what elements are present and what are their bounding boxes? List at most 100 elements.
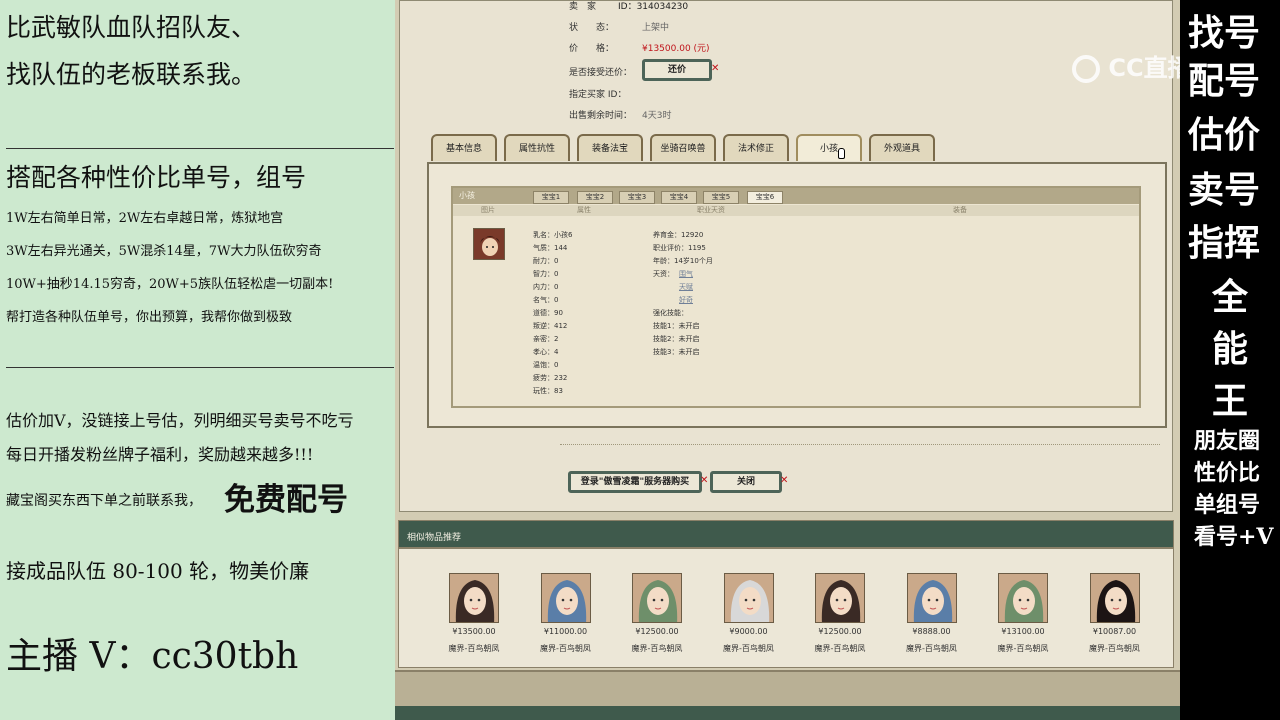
stat-label: 叛逆： bbox=[533, 322, 554, 330]
similar-item-card[interactable]: ¥12500.00 魔界-百鸟朝凤 bbox=[815, 573, 865, 653]
item-price: ¥12500.00 bbox=[635, 627, 679, 636]
child-stat-row: 气质：144 bbox=[533, 243, 567, 253]
stat-value: 90 bbox=[554, 309, 563, 317]
similar-item-card[interactable]: ¥8888.00 魔界-百鸟朝凤 bbox=[906, 573, 957, 653]
talent-link[interactable]: 天赋 bbox=[679, 282, 693, 292]
child-panel: 小孩 宝宝1 宝宝2 宝宝3 宝宝4 宝宝5 宝宝6 图片 属性 职业天资 装备 bbox=[427, 162, 1167, 428]
ad-big-text: 能 bbox=[1212, 328, 1249, 370]
status-label: 状 态： bbox=[569, 23, 615, 33]
stat-value: 0 bbox=[554, 283, 559, 291]
tab-equipment[interactable]: 装备法宝 bbox=[577, 134, 643, 161]
child-stat-row: 孝心：4 bbox=[533, 347, 558, 357]
child-stat-row: 叛逆：412 bbox=[533, 321, 567, 331]
bargain-label: 是否接受还价： bbox=[569, 68, 633, 78]
col-attributes: 属性 bbox=[577, 206, 591, 214]
tab-baby-6[interactable]: 宝宝6 bbox=[747, 191, 783, 204]
stat-label: 智力： bbox=[533, 270, 554, 278]
bottom-bar bbox=[395, 706, 1180, 720]
tab-mounts[interactable]: 坐骑召唤兽 bbox=[650, 134, 716, 161]
character-portrait[interactable] bbox=[1089, 573, 1140, 623]
close-button[interactable]: 关闭 bbox=[710, 471, 782, 493]
item-price: ¥8888.00 bbox=[912, 627, 951, 636]
character-portrait[interactable] bbox=[632, 573, 682, 623]
close-x-icon: ✕ bbox=[711, 63, 720, 74]
stat-label: 名气： bbox=[533, 296, 554, 304]
ad-big-text: 卖号 bbox=[1188, 169, 1261, 211]
seller-label: 卖 家 bbox=[569, 2, 597, 12]
talent-link[interactable]: 围气 bbox=[679, 269, 693, 279]
bargain-button[interactable]: 还价 bbox=[642, 59, 712, 81]
stat-label: 道德： bbox=[533, 309, 554, 317]
tab-baby-5[interactable]: 宝宝5 bbox=[703, 191, 739, 204]
stream-ad-panel: 比武敏队血队招队友、 找队伍的老板联系我。 搭配各种性价比单号，组号 1W左右简… bbox=[0, 0, 395, 720]
stat-value: 小孩6 bbox=[554, 231, 573, 239]
divider bbox=[6, 148, 394, 149]
character-portrait[interactable] bbox=[449, 573, 499, 623]
tab-appearance[interactable]: 外观道具 bbox=[869, 134, 935, 161]
time-value: 4天3时 bbox=[642, 111, 672, 121]
tab-basic-info[interactable]: 基本信息 bbox=[431, 134, 497, 161]
stat-label: 乳名： bbox=[533, 231, 554, 239]
ad-small-text: 看号+V bbox=[1194, 524, 1274, 550]
character-portrait[interactable] bbox=[906, 573, 957, 623]
stat-label: 温饱： bbox=[533, 361, 554, 369]
ad-small-text: 性价比 bbox=[1194, 460, 1261, 486]
cursor-icon bbox=[838, 148, 845, 159]
ad-line: 1W左右简单日常，2W左右卓越日常，炼狱地宫 bbox=[6, 211, 284, 226]
item-server: 魔界-百鸟朝凤 bbox=[631, 644, 683, 653]
ad-big-text: 王 bbox=[1212, 380, 1249, 422]
item-price: ¥12500.00 bbox=[818, 627, 862, 636]
item-price: ¥10087.00 bbox=[1092, 627, 1137, 636]
score-label: 职业评价： bbox=[653, 244, 688, 252]
character-portrait[interactable] bbox=[998, 573, 1048, 623]
character-portrait[interactable] bbox=[815, 573, 865, 623]
tab-attributes[interactable]: 属性抗性 bbox=[504, 134, 570, 161]
similar-item-card[interactable]: ¥9000.00 魔界-百鸟朝凤 bbox=[723, 573, 774, 653]
tab-baby-1[interactable]: 宝宝1 bbox=[533, 191, 569, 204]
child-stat-row: 乳名：小孩6 bbox=[533, 230, 572, 240]
item-price: ¥13100.00 bbox=[1001, 627, 1045, 636]
child-stat-row: 内力：0 bbox=[533, 282, 558, 292]
child-stat-row: 道德：90 bbox=[533, 308, 563, 318]
child-stat-row: 疲劳：232 bbox=[533, 373, 567, 383]
ad-line: 10W+抽秒14.15穷奇，20W+5族队伍轻松虐一切副本! bbox=[6, 277, 334, 292]
score-value: 1195 bbox=[688, 244, 706, 252]
item-server: 魔界-百鸟朝凤 bbox=[448, 644, 500, 653]
child-stat-row: 名气：0 bbox=[533, 295, 558, 305]
similar-item-card[interactable]: ¥10087.00 魔界-百鸟朝凤 bbox=[1089, 573, 1140, 653]
similar-item-card[interactable]: ¥13100.00 魔界-百鸟朝凤 bbox=[998, 573, 1048, 653]
stat-label: 气质： bbox=[533, 244, 554, 252]
character-portrait[interactable] bbox=[723, 573, 774, 623]
age-value: 14岁10个月 bbox=[674, 257, 713, 265]
child-avatar bbox=[473, 228, 505, 260]
tab-spells[interactable]: 法术修正 bbox=[723, 134, 789, 161]
ad-line: 接成品队伍 80-100 轮，物美价廉 bbox=[6, 559, 310, 583]
similar-item-card[interactable]: ¥13500.00 魔界-百鸟朝凤 bbox=[449, 573, 499, 653]
similar-item-card[interactable]: ¥11000.00 魔界-百鸟朝凤 bbox=[540, 573, 591, 653]
stat-value: 0 bbox=[554, 270, 559, 278]
ad-highlight: 免费配号 bbox=[224, 482, 348, 518]
stat-label: 疲劳： bbox=[533, 374, 554, 382]
ad-line: 比武敏队血队招队友、 bbox=[6, 13, 257, 42]
similar-items-title: 相似物品推荐 bbox=[407, 533, 462, 543]
tab-baby-4[interactable]: 宝宝4 bbox=[661, 191, 697, 204]
stat-value: 144 bbox=[554, 244, 568, 252]
right-ad-strip: 找号 配号 估价 卖号 指挥 全 能 王 朋友圈 性价比 单组号 看号+V bbox=[1180, 0, 1280, 720]
character-portrait[interactable] bbox=[540, 573, 591, 623]
stat-value: 0 bbox=[554, 257, 559, 265]
child-stat-row: 耐力：0 bbox=[533, 256, 558, 266]
talent-label: 天资： bbox=[653, 270, 674, 278]
tab-baby-2[interactable]: 宝宝2 bbox=[577, 191, 613, 204]
frame-bottom bbox=[395, 670, 1180, 720]
column-header: 图片 属性 职业天资 装备 bbox=[453, 205, 1139, 216]
skill-2: 技能2：未开启 bbox=[653, 335, 700, 343]
tab-child[interactable]: 小孩 bbox=[796, 134, 862, 161]
watermark-text: CC直播 bbox=[1108, 54, 1180, 82]
seller-id: ID：314034230 bbox=[618, 2, 689, 12]
similar-item-card[interactable]: ¥12500.00 魔界-百鸟朝凤 bbox=[632, 573, 682, 653]
col-equipment: 装备 bbox=[953, 206, 967, 214]
tab-baby-3[interactable]: 宝宝3 bbox=[619, 191, 655, 204]
col-career: 职业天资 bbox=[697, 206, 725, 214]
login-server-button[interactable]: 登录"傲雪凌霜"服务器购买 bbox=[568, 471, 702, 493]
talent-link[interactable]: 好奇 bbox=[679, 295, 693, 305]
